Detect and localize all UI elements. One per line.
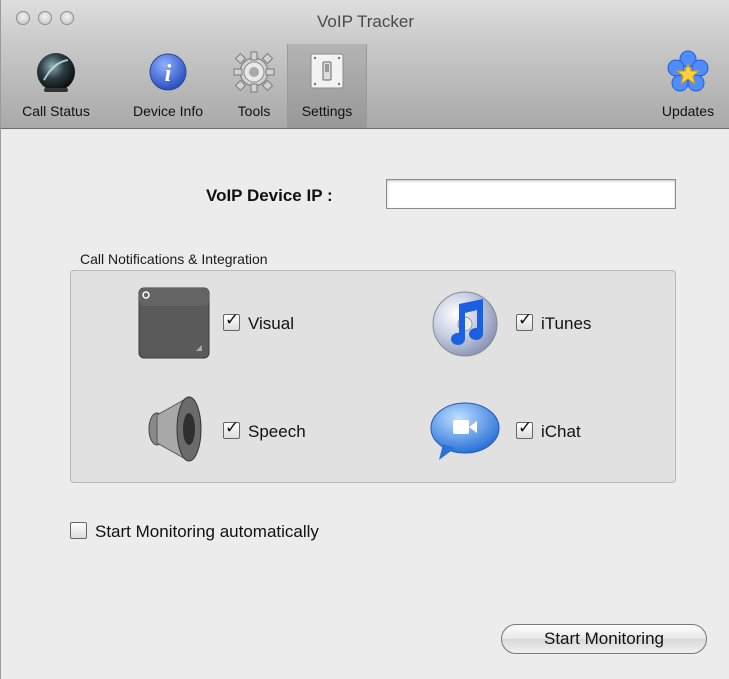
ichat-label: iChat — [541, 422, 581, 441]
toolbar: Call Status i Device Info Tools Settings… — [1, 44, 729, 129]
title-bar: VoIP Tracker — [1, 0, 729, 44]
auto-start-checkbox[interactable] — [70, 522, 87, 539]
toolbar-label: Settings — [301, 103, 353, 119]
itunes-icon — [432, 291, 498, 357]
call-status-orb-icon — [37, 53, 75, 92]
app-window: VoIP Tracker Call Status i Device Info T… — [0, 0, 729, 679]
toolbar-label: Device Info — [132, 103, 204, 119]
start-monitoring-button[interactable]: Start Monitoring — [501, 624, 707, 654]
speech-label: Speech — [248, 422, 306, 441]
toolbar-label: Tools — [237, 103, 271, 119]
check-mark-icon: ✓ — [518, 418, 533, 437]
ichat-checkbox[interactable]: ✓ — [516, 418, 533, 439]
visual-label: Visual — [248, 314, 294, 333]
toolbar-settings[interactable]: Settings — [287, 44, 367, 128]
visual-checkbox[interactable]: ✓ — [223, 310, 240, 331]
check-mark-icon: ✓ — [225, 310, 240, 329]
switch-icon — [310, 53, 344, 89]
svg-text:i: i — [165, 61, 172, 87]
auto-start-label: Start Monitoring automatically — [95, 522, 319, 541]
itunes-checkbox[interactable]: ✓ — [516, 310, 533, 331]
flower-icon — [667, 50, 709, 92]
group-label: Call Notifications & Integration — [80, 251, 268, 267]
window-title: VoIP Tracker — [316, 12, 414, 31]
speech-checkbox[interactable]: ✓ — [223, 418, 240, 439]
check-mark-icon: ✓ — [225, 418, 240, 437]
toolbar-device-info[interactable]: i Device Info — [119, 44, 217, 128]
check-mark-icon: ✓ — [518, 310, 533, 329]
speaker-icon — [148, 396, 202, 462]
visual-notification-icon — [138, 287, 210, 359]
toolbar-tools[interactable]: Tools — [225, 44, 283, 128]
toolbar-call-status[interactable]: Call Status — [3, 44, 109, 128]
gear-icon — [233, 51, 275, 93]
ip-field-label: VoIP Device IP : — [206, 186, 333, 205]
ichat-icon — [430, 402, 500, 460]
info-icon: i — [149, 53, 187, 91]
itunes-label: iTunes — [541, 314, 592, 333]
ip-input[interactable] — [386, 179, 676, 209]
toolbar-updates[interactable]: Updates — [649, 44, 727, 128]
toolbar-label: Updates — [661, 103, 715, 119]
toolbar-label: Call Status — [22, 103, 90, 119]
